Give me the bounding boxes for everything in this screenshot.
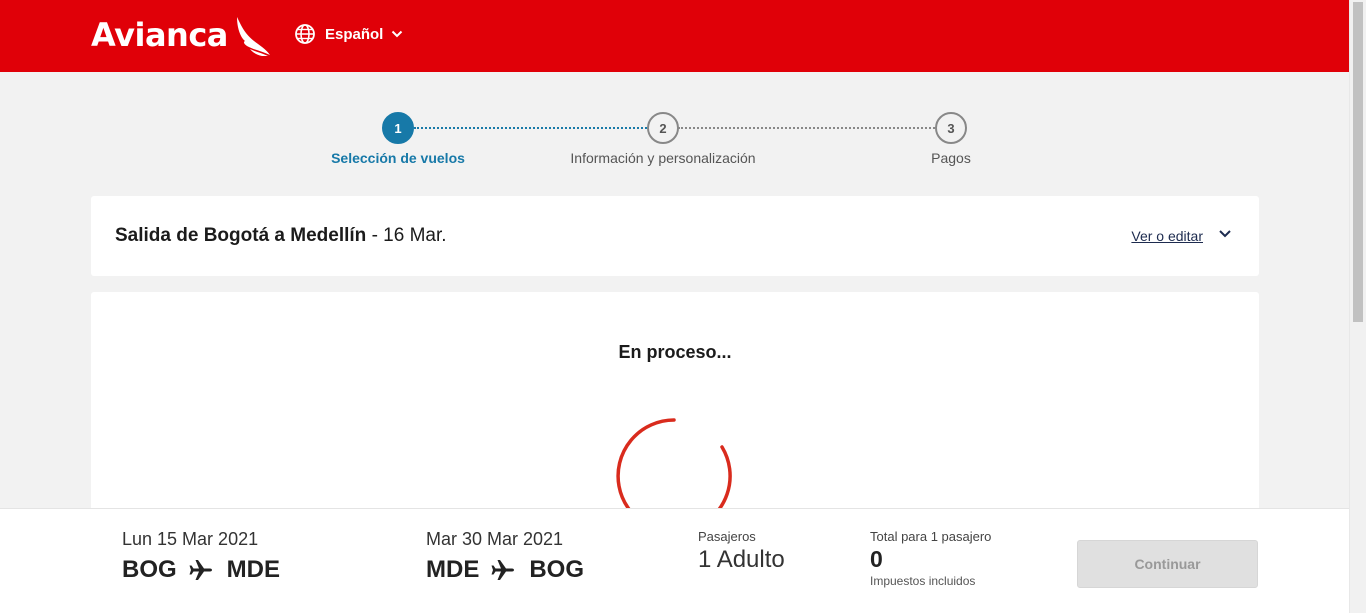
passengers-label: Pasajeros — [698, 529, 756, 544]
brand-name: Avianca — [91, 16, 228, 54]
outbound-summary: Lun 15 Mar 2021 BOG MDE — [122, 529, 280, 584]
continue-button[interactable]: Continuar — [1077, 540, 1258, 588]
return-origin: MDE — [426, 556, 480, 583]
globe-icon — [295, 24, 315, 44]
step-connector-1 — [414, 127, 647, 129]
route-title: Salida de Bogotá a Medellín — [115, 225, 367, 246]
return-route: MDE BOG — [426, 556, 584, 584]
airplane-icon — [491, 560, 515, 580]
return-summary: Mar 30 Mar 2021 MDE BOG — [426, 529, 584, 584]
view-edit-link[interactable]: Ver o editar — [1131, 228, 1203, 244]
total-label: Total para 1 pasajero — [870, 529, 992, 544]
passengers-summary: Pasajeros 1 Adulto — [698, 529, 785, 574]
language-selector[interactable]: Español — [294, 23, 403, 45]
scrollbar-thumb[interactable] — [1353, 2, 1363, 322]
chevron-down-icon — [392, 30, 403, 38]
step-1-indicator: 1 — [382, 112, 414, 144]
step-3-label: Pagos — [931, 150, 971, 166]
step-3-indicator: 3 — [935, 112, 967, 144]
return-destination: BOG — [529, 556, 585, 583]
language-label: Español — [325, 25, 384, 43]
chevron-down-icon[interactable] — [1218, 229, 1232, 239]
bird-logo-icon — [236, 17, 270, 56]
airplane-icon — [189, 560, 212, 580]
processing-message: En proceso... — [618, 342, 732, 362]
step-connector-2 — [678, 127, 935, 129]
total-price: 0 — [870, 546, 883, 572]
avianca-logo[interactable]: Avianca — [91, 14, 272, 58]
route-heading: Salida de Bogotá a Medellín - 16 Mar. — [115, 225, 447, 247]
step-2-label: Información y personalización — [570, 150, 756, 166]
taxes-note: Impuestos incluidos — [870, 574, 976, 588]
top-header: Avianca Español — [0, 0, 1349, 72]
outbound-date: Lun 15 Mar 2021 — [122, 529, 259, 549]
route-date: - 16 Mar. — [371, 225, 447, 246]
return-date: Mar 30 Mar 2021 — [426, 529, 564, 549]
route-summary-card: Salida de Bogotá a Medellín - 16 Mar. Ve… — [91, 196, 1259, 276]
step-1-label: Selección de vuelos — [331, 150, 465, 166]
outbound-route: BOG MDE — [122, 556, 280, 584]
outbound-destination: MDE — [226, 556, 281, 583]
outbound-origin: BOG — [122, 556, 177, 583]
booking-summary-bar: Lun 15 Mar 2021 BOG MDE Mar 30 Mar 2021 … — [0, 508, 1349, 613]
passengers-value: 1 Adulto — [698, 546, 785, 573]
page-scrollbar[interactable] — [1349, 0, 1366, 613]
total-summary: Total para 1 pasajero 0 Impuestos inclui… — [870, 529, 991, 588]
step-2-indicator: 2 — [647, 112, 679, 144]
